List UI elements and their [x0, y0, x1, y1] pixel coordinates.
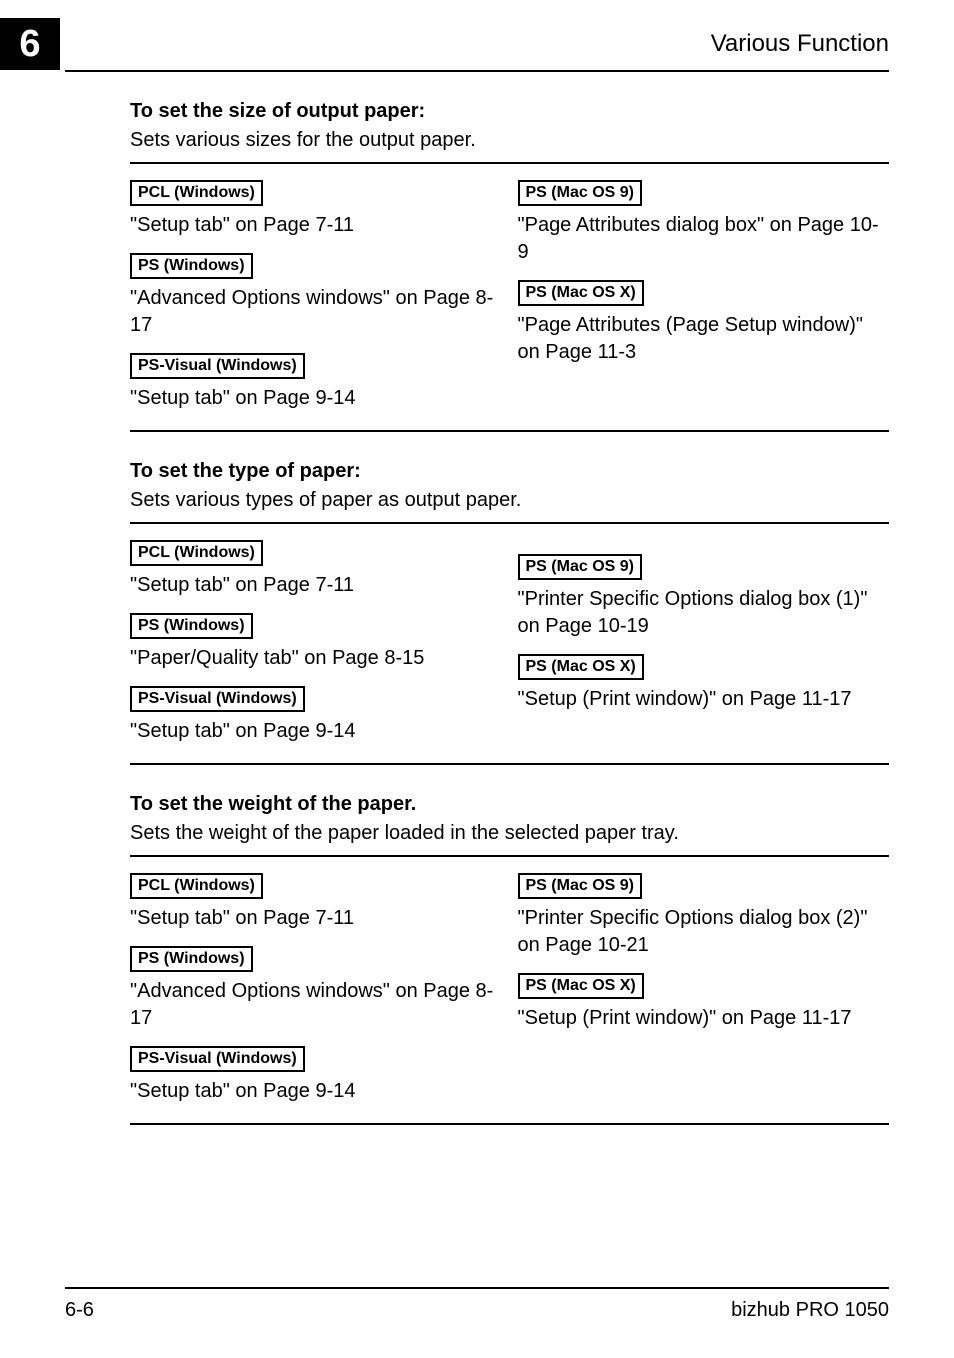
pill-ps-mac-os-9: PS (Mac OS 9) [518, 873, 642, 899]
section-output-paper-size: To set the size of output paper: Sets va… [130, 100, 889, 432]
link-setup-tab-7-11: "Setup tab" on Page 7-11 [130, 212, 502, 239]
section-title: To set the weight of the paper. [130, 793, 889, 816]
pill-pcl-windows: PCL (Windows) [130, 180, 263, 206]
chapter-tab: 6 [0, 18, 60, 70]
pill-ps-windows: PS (Windows) [130, 613, 253, 639]
link-page-attributes-10-9: "Page Attributes dialog box" on Page 10-… [518, 212, 890, 266]
section-columns: PCL (Windows) "Setup tab" on Page 7-11 P… [130, 162, 889, 432]
section-paper-type: To set the type of paper: Sets various t… [130, 460, 889, 765]
section-desc: Sets various types of paper as output pa… [130, 489, 889, 512]
link-setup-tab-7-11: "Setup tab" on Page 7-11 [130, 572, 502, 599]
chapter-number: 6 [19, 23, 40, 66]
footer-product-name: bizhub PRO 1050 [731, 1299, 889, 1322]
header-rule [65, 70, 889, 72]
pill-ps-mac-os-9: PS (Mac OS 9) [518, 554, 642, 580]
link-printer-specific-10-19: "Printer Specific Options dialog box (1)… [518, 586, 890, 640]
link-setup-tab-9-14: "Setup tab" on Page 9-14 [130, 718, 502, 745]
right-column: PS (Mac OS 9) "Page Attributes dialog bo… [518, 174, 890, 420]
section-columns: PCL (Windows) "Setup tab" on Page 7-11 P… [130, 855, 889, 1125]
footer-rule [65, 1287, 889, 1289]
link-setup-print-11-17: "Setup (Print window)" on Page 11-17 [518, 1005, 890, 1032]
section-title: To set the type of paper: [130, 460, 889, 483]
pill-ps-visual-windows: PS-Visual (Windows) [130, 353, 305, 379]
section-desc: Sets various sizes for the output paper. [130, 129, 889, 152]
section-columns: PCL (Windows) "Setup tab" on Page 7-11 P… [130, 522, 889, 765]
link-advanced-options-8-17: "Advanced Options windows" on Page 8-17 [130, 285, 502, 339]
link-page-attributes-11-3: "Page Attributes (Page Setup window)" on… [518, 312, 890, 366]
link-setup-tab-7-11: "Setup tab" on Page 7-11 [130, 905, 502, 932]
pill-ps-visual-windows: PS-Visual (Windows) [130, 1046, 305, 1072]
content-area: To set the size of output paper: Sets va… [130, 100, 889, 1153]
link-setup-tab-9-14: "Setup tab" on Page 9-14 [130, 1078, 502, 1105]
section-desc: Sets the weight of the paper loaded in t… [130, 822, 889, 845]
pill-pcl-windows: PCL (Windows) [130, 540, 263, 566]
pill-ps-mac-os-x: PS (Mac OS X) [518, 973, 644, 999]
pill-ps-mac-os-9: PS (Mac OS 9) [518, 180, 642, 206]
footer: 6-6 bizhub PRO 1050 [65, 1287, 889, 1322]
left-column: PCL (Windows) "Setup tab" on Page 7-11 P… [130, 867, 502, 1113]
header-title: Various Function [711, 30, 889, 58]
footer-row: 6-6 bizhub PRO 1050 [65, 1299, 889, 1322]
footer-page-number: 6-6 [65, 1299, 94, 1322]
link-printer-specific-10-21: "Printer Specific Options dialog box (2)… [518, 905, 890, 959]
pill-ps-visual-windows: PS-Visual (Windows) [130, 686, 305, 712]
pill-ps-windows: PS (Windows) [130, 253, 253, 279]
pill-pcl-windows: PCL (Windows) [130, 873, 263, 899]
left-column: PCL (Windows) "Setup tab" on Page 7-11 P… [130, 174, 502, 420]
pill-ps-windows: PS (Windows) [130, 946, 253, 972]
left-column: PCL (Windows) "Setup tab" on Page 7-11 P… [130, 534, 502, 753]
pill-ps-mac-os-x: PS (Mac OS X) [518, 280, 644, 306]
section-title: To set the size of output paper: [130, 100, 889, 123]
link-advanced-options-8-17: "Advanced Options windows" on Page 8-17 [130, 978, 502, 1032]
right-column: PS (Mac OS 9) "Printer Specific Options … [518, 867, 890, 1113]
right-column: PS (Mac OS 9) "Printer Specific Options … [518, 534, 890, 753]
section-paper-weight: To set the weight of the paper. Sets the… [130, 793, 889, 1125]
link-setup-print-11-17: "Setup (Print window)" on Page 11-17 [518, 686, 890, 713]
link-setup-tab-9-14: "Setup tab" on Page 9-14 [130, 385, 502, 412]
pill-ps-mac-os-x: PS (Mac OS X) [518, 654, 644, 680]
link-paper-quality-8-15: "Paper/Quality tab" on Page 8-15 [130, 645, 502, 672]
